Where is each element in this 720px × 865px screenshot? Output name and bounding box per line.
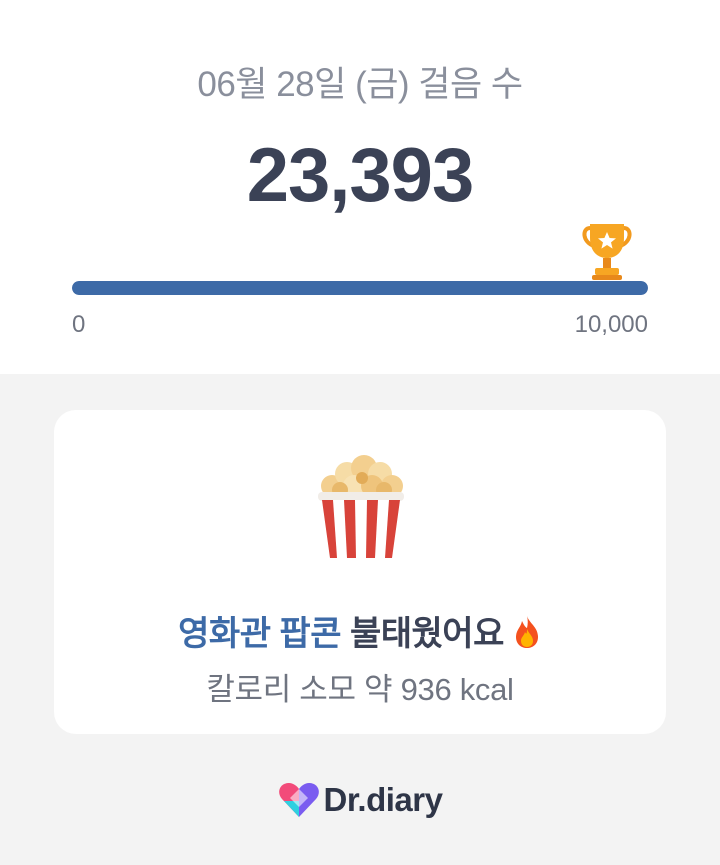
calorie-card: 영화관 팝콘 불태웠어요 칼로리 소모 약 936 kcal	[54, 410, 666, 734]
heart-logo-icon	[278, 783, 319, 817]
calories-burned: 칼로리 소모 약 936 kcal	[206, 672, 514, 707]
burn-food-name: 영화관 팝콘	[178, 615, 341, 653]
steps-panel: 06월 28일 (금) 걸음 수 23,393 0 10,000	[0, 0, 720, 374]
date-title: 06월 28일 (금) 걸음 수	[197, 65, 523, 104]
progress-min-label: 0	[72, 311, 86, 338]
burn-headline: 영화관 팝콘 불태웠어요	[54, 606, 666, 655]
step-progress-bar	[72, 281, 648, 295]
brand-name: Dr.diary	[323, 781, 443, 818]
progress-max-label: 10,000	[574, 311, 648, 338]
trophy-icon	[582, 224, 632, 280]
step-count: 23,393	[246, 133, 474, 218]
brand-footer: Dr.diary	[0, 778, 720, 822]
step-progress-fill	[72, 281, 648, 295]
fire-icon	[515, 616, 538, 648]
popcorn-icon	[318, 455, 404, 558]
burn-headline-text: 불태웠어요	[341, 615, 504, 653]
